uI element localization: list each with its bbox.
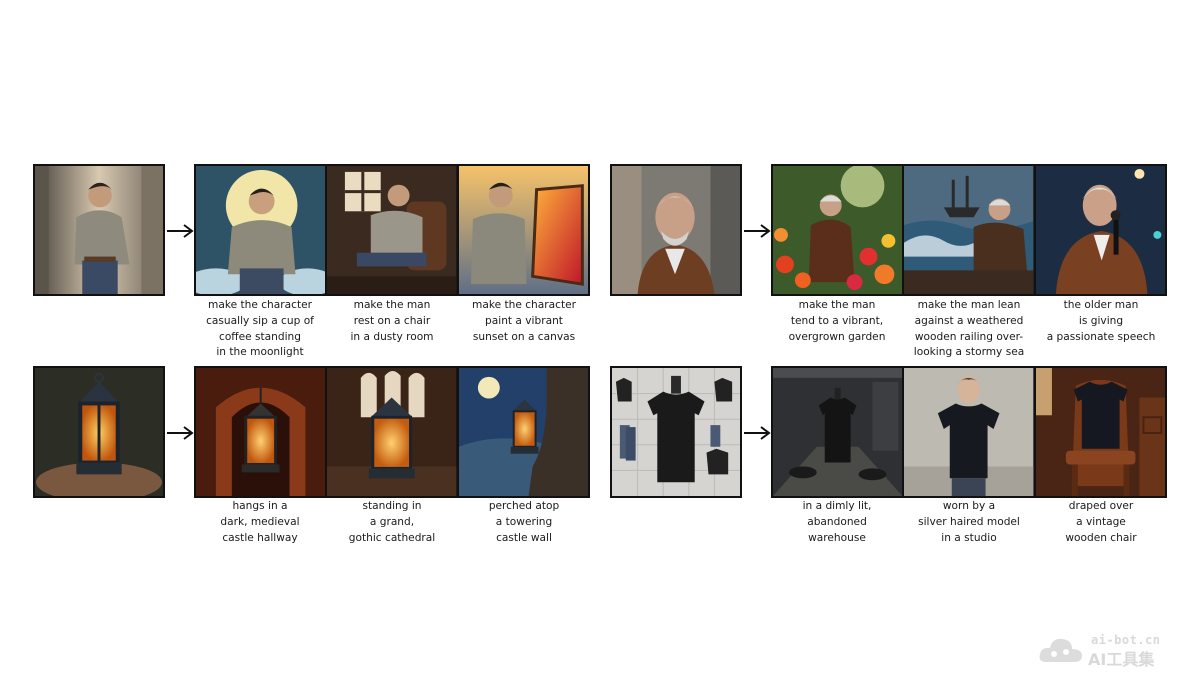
right-arrow-icon: [167, 224, 194, 238]
caption-warehouse: in a dimly lit, abandoned warehouse: [802, 500, 872, 544]
lantern-output-strip: [194, 366, 590, 498]
caption-gothic-cathedral: standing in a grand, gothic cathedral: [348, 500, 436, 544]
caption-moonlight-coffee: make the character casually sip a cup of…: [206, 299, 314, 359]
caption-vintage-chair: draped over a vintage wooden chair: [1065, 500, 1137, 544]
caption-dusty-room: make the man rest on a chair in a dusty …: [350, 299, 434, 343]
vintage-chair-tshirt-image: [1035, 368, 1165, 496]
character-source-image: [33, 164, 165, 296]
stormy-sea-railing-image: [904, 166, 1034, 294]
caption-model-studio: worn by a silver haired model in a studi…: [918, 500, 1020, 544]
caption-castle-hallway: hangs in a dark, medieval castle hallway: [220, 500, 300, 544]
moonlight-coffee-image: [196, 166, 326, 294]
caption-sunset-canvas: make the character paint a vibrant sunse…: [472, 299, 576, 343]
overgrown-garden-image: [773, 166, 903, 294]
warehouse-tshirt-image: [773, 368, 903, 496]
older-man-source-image: [610, 164, 742, 296]
tshirt-source-image: [610, 366, 742, 498]
watermark-url: ai-bot.cn: [1091, 633, 1161, 647]
right-arrow-icon: [744, 224, 771, 238]
gothic-cathedral-lantern-image: [327, 368, 457, 496]
older-man-output-strip: [771, 164, 1167, 296]
model-studio-tshirt-image: [904, 368, 1034, 496]
lantern-source-image: [33, 366, 165, 498]
dusty-room-chair-image: [327, 166, 457, 294]
castle-hallway-lantern-image: [196, 368, 326, 496]
right-arrow-icon: [167, 426, 194, 440]
tshirt-output-strip: [771, 366, 1167, 498]
caption-castle-wall: perched atop a towering castle wall: [488, 500, 560, 544]
caption-stormy-sea: make the man lean against a weathered wo…: [913, 299, 1025, 359]
passionate-speech-image: [1035, 166, 1165, 294]
watermark-name: AI工具集: [1088, 650, 1155, 669]
sunset-canvas-painting-image: [458, 166, 588, 294]
cloud-logo-icon: [1039, 638, 1082, 662]
caption-passionate-speech: the older man is giving a passionate spe…: [1046, 299, 1156, 343]
right-arrow-icon: [744, 426, 771, 440]
character-output-strip: [194, 164, 590, 296]
caption-overgrown-garden: make the man tend to a vibrant, overgrow…: [788, 299, 886, 343]
castle-wall-lantern-image: [458, 368, 588, 496]
